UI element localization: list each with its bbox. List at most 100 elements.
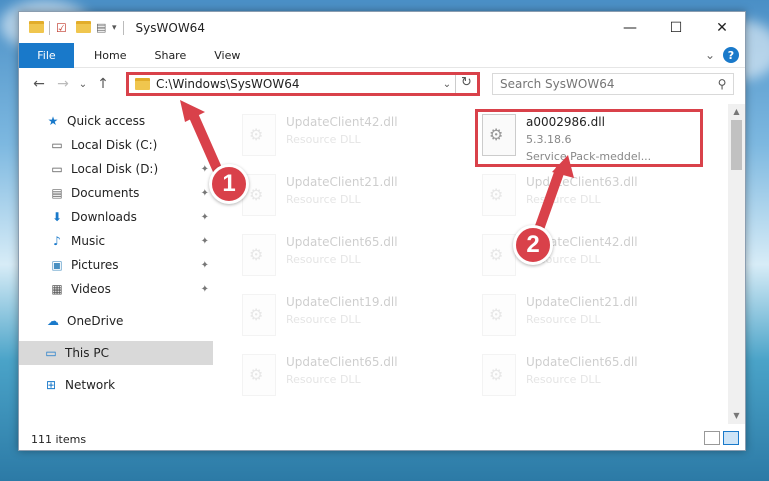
back-button[interactable]: ← (27, 76, 51, 92)
drive-icon: ▭ (51, 138, 63, 152)
sidebar-item-label: Videos (71, 282, 111, 296)
sidebar-item-label: Local Disk (C:) (71, 138, 158, 152)
sidebar-item-label: OneDrive (67, 314, 124, 328)
scroll-thumb[interactable] (731, 120, 742, 170)
tab-share[interactable]: Share (140, 43, 200, 68)
help-icon[interactable]: ? (723, 47, 739, 63)
file-item[interactable]: UpdateClient65.dll Resource DLL (466, 350, 696, 402)
refresh-button[interactable]: ↻ (455, 75, 477, 93)
maximize-button[interactable]: ☐ (653, 12, 699, 43)
search-icon[interactable]: ⚲ (711, 77, 733, 91)
item-count: 111 items (31, 432, 87, 446)
file-item[interactable]: UpdateClient42.dll Resource DLL (466, 230, 696, 282)
search-box[interactable]: ⚲ (492, 73, 734, 95)
file-item[interactable]: UpdateClient65.dll Resource DLL (226, 350, 456, 402)
file-item[interactable]: UpdateClient42.dll Resource DLL (226, 110, 456, 162)
star-icon: ★ (47, 114, 59, 128)
tab-view[interactable]: View (200, 43, 254, 68)
sidebar-item-network[interactable]: ⊞ Network (19, 373, 213, 397)
dll-file-icon (482, 234, 516, 276)
folder-icon (135, 78, 150, 90)
pin-icon[interactable]: ✦ (201, 164, 209, 175)
expand-ribbon-icon[interactable]: ⌄ (705, 48, 715, 62)
sidebar-item-label: Downloads (71, 210, 137, 224)
window-title: SysWOW64 (135, 20, 205, 35)
step-1-badge: 1 (209, 164, 249, 204)
file-name: UpdateClient65.dll (286, 235, 398, 249)
scroll-down-icon[interactable]: ▼ (728, 408, 745, 424)
file-name: UpdateClient65.dll (526, 355, 638, 369)
file-name: UpdateClient42.dll (286, 115, 398, 129)
file-type: Resource DLL (286, 313, 361, 326)
documents-icon: ▤ (51, 186, 63, 200)
sidebar-item-this-pc[interactable]: ▭ This PC (19, 341, 213, 365)
up-button[interactable]: ↑ (91, 76, 115, 92)
quick-access-dropdown-icon[interactable]: ▾ (112, 23, 117, 33)
ribbon-controls: ⌄ ? (705, 47, 739, 63)
file-item[interactable]: UpdateClient65.dll Resource DLL (226, 230, 456, 282)
navigation-bar: ← → ⌄ ↑ C:\Windows\SysWOW64 ⌄ ↻ ⚲ (19, 69, 745, 99)
file-name: UpdateClient21.dll (526, 295, 638, 309)
pin-icon[interactable]: ✦ (201, 284, 209, 295)
ribbon: File Home Share View ⌄ ? (19, 42, 745, 68)
scroll-up-icon[interactable]: ▲ (728, 104, 745, 120)
file-name: UpdateClient65.dll (286, 355, 398, 369)
step-2-badge: 2 (513, 225, 553, 265)
explorer-window: ☑ ▤ ▾ SysWOW64 — ☐ ✕ File Home Share Vie… (18, 11, 746, 451)
downloads-icon: ⬇ (51, 210, 63, 224)
dll-file-icon (482, 294, 516, 336)
sidebar-item-local-disk-c[interactable]: ▭ Local Disk (C:) ✦ (19, 133, 213, 157)
divider (49, 20, 50, 35)
sidebar-item-downloads[interactable]: ⬇ Downloads ✦ (19, 205, 213, 229)
status-bar: 111 items (19, 428, 745, 450)
dll-file-icon (482, 354, 516, 396)
pin-icon[interactable]: ✦ (201, 188, 209, 199)
pictures-icon: ▣ (51, 258, 63, 272)
title-bar: ☑ ▤ ▾ SysWOW64 — ☐ ✕ (19, 12, 745, 43)
tab-file[interactable]: File (19, 42, 74, 68)
address-bar[interactable]: C:\Windows\SysWOW64 ⌄ ↻ (126, 72, 480, 96)
drive-icon: ▭ (51, 162, 63, 176)
file-item[interactable]: UpdateClient63.dll Resource DLL (466, 170, 696, 222)
file-type: Resource DLL (286, 373, 361, 386)
search-input[interactable] (500, 77, 711, 91)
pin-icon[interactable]: ✦ (201, 236, 209, 247)
close-button[interactable]: ✕ (699, 12, 745, 43)
sidebar-item-videos[interactable]: ▦ Videos ✦ (19, 277, 213, 301)
file-item[interactable]: UpdateClient19.dll Resource DLL (226, 290, 456, 342)
file-type: Resource DLL (526, 193, 601, 206)
new-folder-icon[interactable] (76, 20, 91, 35)
file-type: Resource DLL (286, 133, 361, 146)
vertical-scrollbar[interactable]: ▲ ▼ (728, 104, 745, 424)
sidebar-item-label: This PC (65, 346, 109, 360)
file-type: Resource DLL (286, 253, 361, 266)
sidebar-item-onedrive[interactable]: ☁ OneDrive (19, 309, 213, 333)
file-type: Resource DLL (286, 193, 361, 206)
pin-icon[interactable]: ✦ (201, 212, 209, 223)
address-path[interactable]: C:\Windows\SysWOW64 (156, 77, 439, 91)
forward-button[interactable]: → (51, 76, 75, 92)
sidebar-item-music[interactable]: ♪ Music ✦ (19, 229, 213, 253)
navigation-pane: ★ Quick access ▭ Local Disk (C:) ✦ ▭ Loc… (19, 104, 213, 424)
address-dropdown-icon[interactable]: ⌄ (439, 79, 455, 90)
sidebar-item-label: Local Disk (D:) (71, 162, 159, 176)
sidebar-item-local-disk-d[interactable]: ▭ Local Disk (D:) ✦ (19, 157, 213, 181)
highlight-box (475, 109, 703, 167)
folder-icon (29, 20, 44, 35)
sidebar-item-quick-access[interactable]: ★ Quick access (19, 109, 213, 133)
recent-locations-button[interactable]: ⌄ (75, 79, 91, 90)
sidebar-item-pictures[interactable]: ▣ Pictures ✦ (19, 253, 213, 277)
file-item[interactable]: UpdateClient21.dll Resource DLL (466, 290, 696, 342)
minimize-button[interactable]: — (607, 12, 653, 43)
tab-home[interactable]: Home (80, 43, 140, 68)
customize-icon[interactable]: ▤ (96, 21, 110, 35)
properties-icon[interactable]: ☑ (56, 21, 70, 35)
details-view-icon[interactable] (704, 431, 720, 445)
cloud-icon: ☁ (47, 314, 59, 328)
pin-icon[interactable]: ✦ (201, 260, 209, 271)
pin-icon[interactable]: ✦ (201, 140, 209, 151)
large-icons-view-icon[interactable] (723, 431, 739, 445)
sidebar-item-label: Music (71, 234, 106, 248)
file-item[interactable]: UpdateClient21.dll Resource DLL (226, 170, 456, 222)
sidebar-item-documents[interactable]: ▤ Documents ✦ (19, 181, 213, 205)
